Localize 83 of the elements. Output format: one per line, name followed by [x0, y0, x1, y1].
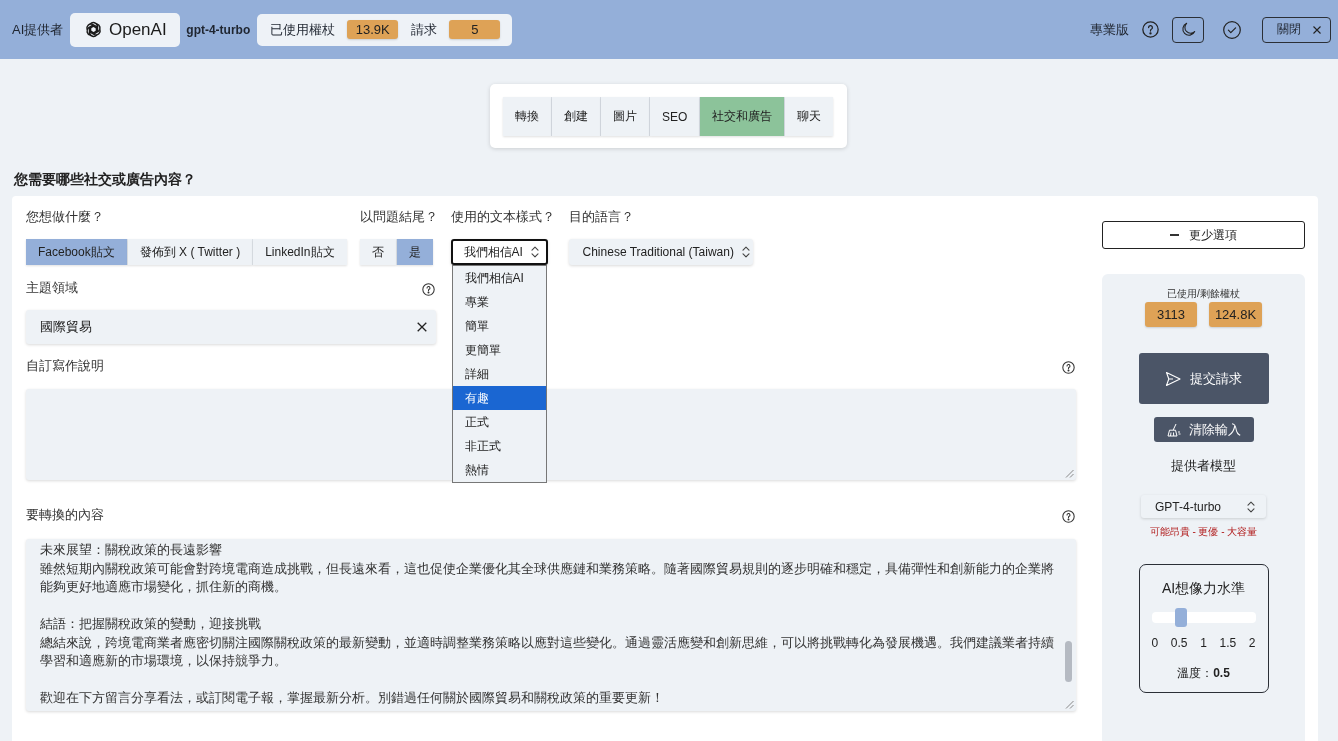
- token-count-badge: 124.8K: [1208, 302, 1263, 327]
- broom-icon: [1166, 422, 1181, 437]
- dropdown-option[interactable]: 正式: [452, 410, 546, 434]
- field-label: 自訂寫作說明: [26, 358, 104, 374]
- field-label: 以問題結尾？: [359, 209, 438, 225]
- help-icon[interactable]: [1062, 361, 1075, 374]
- section-heading: 您需要哪些社交或廣告內容？: [14, 171, 197, 187]
- less-options-button[interactable]: 更少選項: [1102, 221, 1305, 249]
- mode-tab[interactable]: 聊天: [785, 97, 834, 136]
- caret-icon: [530, 246, 539, 258]
- help-icon[interactable]: [422, 283, 435, 296]
- dropdown-option[interactable]: 有趣: [452, 386, 546, 410]
- language-select[interactable]: Chinese Traditional (Taiwan): [568, 239, 753, 265]
- mode-tab[interactable]: 創建: [552, 97, 601, 136]
- field-label: 主題領域: [26, 280, 78, 296]
- segment-button[interactable]: 否: [359, 239, 397, 265]
- help-icon[interactable]: [1142, 21, 1159, 38]
- slider-thumb[interactable]: [1174, 608, 1187, 627]
- instructions-field[interactable]: [26, 389, 1076, 480]
- resize-grip-icon[interactable]: [1065, 700, 1074, 709]
- mode-tab[interactable]: 社交和廣告: [700, 97, 786, 136]
- tokens-label: 已使用/剩餘權杖: [1167, 288, 1240, 300]
- content-field[interactable]: [26, 539, 1076, 711]
- caret-icon: [1247, 500, 1255, 513]
- mode-tab[interactable]: SEO: [650, 97, 701, 136]
- segment-button[interactable]: 是: [396, 239, 433, 265]
- mode-tab[interactable]: 圖片: [601, 97, 650, 136]
- imagination-title: AI想像力水準: [1161, 580, 1246, 596]
- model-select[interactable]: GPT-4-turbo: [1141, 495, 1266, 518]
- tokens-label: 已使用權杖: [270, 20, 336, 39]
- dark-mode-button[interactable]: [1172, 16, 1204, 43]
- field-label: 目的語言？: [568, 209, 634, 225]
- segment-button[interactable]: LinkedIn貼文: [253, 239, 347, 265]
- minus-icon: [1170, 234, 1179, 236]
- logo-icon: [83, 20, 103, 39]
- send-icon: [1165, 370, 1181, 387]
- dropdown-option[interactable]: 詳細: [452, 362, 546, 386]
- slider-tick-label: 2: [1248, 635, 1256, 651]
- clear-input-button[interactable]: 清除輸入: [1153, 417, 1254, 442]
- submit-button[interactable]: 提交請求: [1138, 353, 1269, 404]
- style-select[interactable]: 我們相信AI: [450, 239, 548, 265]
- dropdown-option[interactable]: 我們相信AI: [452, 266, 546, 290]
- dropdown-option[interactable]: 更簡單: [452, 338, 546, 362]
- slider-tick-label: 1.5: [1219, 635, 1237, 651]
- model-name: gpt-4-turbo: [186, 22, 251, 37]
- close-icon: [1313, 25, 1321, 34]
- slider-tick-label: 0.5: [1170, 635, 1188, 651]
- topic-field[interactable]: 國際貿易: [26, 310, 436, 344]
- content-heading: 結語：把握關稅政策的變動，迎接挑戰: [40, 615, 262, 633]
- dropdown-option[interactable]: 簡單: [452, 314, 546, 338]
- requests-label: 請求: [411, 20, 438, 39]
- segment-button[interactable]: 發佈到 X ( Twitter ): [127, 239, 254, 265]
- resize-grip-icon[interactable]: [1065, 469, 1074, 478]
- content-heading: 未來展望：關稅政策的長遠影響: [40, 541, 223, 559]
- token-count-badge: 13.9K: [347, 20, 399, 39]
- slider-tick-label: 1: [1200, 635, 1207, 651]
- temperature-reading: 溫度：0.5: [1177, 665, 1230, 681]
- help-icon[interactable]: [1062, 510, 1075, 523]
- content-paragraph: 歡迎在下方留言分享看法，或訂閱電子報，掌握最新分析。別錯過任何關於國際貿易和關稅政策的重要更新！: [40, 689, 665, 707]
- dropdown-option[interactable]: 熱情: [452, 458, 546, 482]
- slider-tick-label: 0: [1151, 635, 1159, 651]
- content-paragraph: 雖然短期內關稅政策可能會對跨境電商造成挑戰，但長遠來看，這也促使企業優化其全球供應鏈和業務策略。隨著國際貿易規則的逐步明確和穩定，具備彈性和創新能力的企業將能夠更好地適應市場變化，抓住新的商機。: [40, 559, 1054, 596]
- provider-label: AI提供者: [12, 20, 64, 39]
- model-label: 提供者模型: [1171, 458, 1236, 474]
- field-label: 使用的文本樣式？: [450, 209, 555, 225]
- dropdown-option[interactable]: 非正式: [452, 434, 546, 458]
- content-paragraph: 總結來說，跨境電商業者應密切關注國際關稅政策的最新變動，並適時調整業務策略以應對這些變化。通過靈活應變和創新思維，可以將挑戰轉化為發展機遇。我們建議業者持續學習和適應新的市場環境，以保持競爭力。: [40, 633, 1054, 670]
- mode-tab[interactable]: 轉換: [503, 97, 552, 136]
- field-label: 要轉換的內容: [26, 507, 104, 523]
- model-note: 可能昂貴 - 更優 - 大容量: [1149, 526, 1258, 538]
- request-count-badge: 5: [449, 20, 501, 39]
- clear-icon[interactable]: [417, 322, 427, 332]
- provider-button[interactable]: OpenAI: [70, 12, 181, 47]
- dropdown-option[interactable]: 專業: [452, 290, 546, 314]
- field-label: 您想做什麼？: [26, 209, 104, 225]
- segment-button[interactable]: Facebook貼文: [26, 239, 128, 265]
- caret-icon: [741, 246, 750, 258]
- token-count-badge: 3113: [1144, 302, 1197, 327]
- plan-label: 專業版: [1090, 20, 1129, 39]
- check-circle-icon[interactable]: [1223, 20, 1241, 39]
- moon-icon: [1180, 22, 1196, 37]
- close-button[interactable]: 關閉: [1262, 16, 1331, 43]
- scrollbar-thumb[interactable]: [1065, 641, 1072, 682]
